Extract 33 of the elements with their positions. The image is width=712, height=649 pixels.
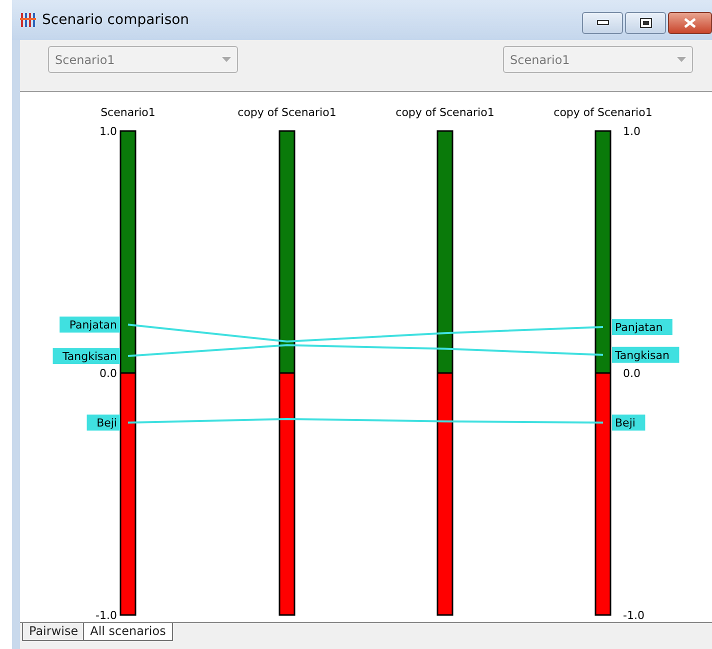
series-label: Tangkisan [612, 346, 680, 363]
close-button[interactable] [668, 12, 712, 34]
column-title: copy of Scenario1 [238, 106, 336, 119]
series-label: Beji [612, 414, 646, 431]
series-label: Panjatan [69, 318, 118, 332]
scenario-dropdown[interactable]: Scenario1 [48, 46, 238, 73]
tab[interactable]: All scenarios [83, 623, 173, 641]
axis-label: -1.0 [96, 609, 117, 622]
minimize-button[interactable] [582, 12, 623, 34]
window-title: Scenario comparison [42, 12, 190, 28]
caret-icon [677, 57, 686, 62]
series-label: Beji [86, 414, 120, 431]
column-title: Scenario1 [100, 106, 156, 119]
minimize-icon [596, 20, 608, 26]
column-title: copy of Scenario1 [554, 106, 652, 119]
caret-icon [222, 57, 231, 62]
axis-label: 1.0 [623, 125, 640, 138]
close-icon [684, 18, 696, 28]
series-label: Tangkisan [52, 348, 120, 364]
series-label: Tangkisan [62, 350, 118, 364]
axis-label: 1.0 [100, 125, 117, 138]
maximize-icon [640, 18, 652, 28]
scenario-dropdown[interactable]: Scenario1 [503, 46, 693, 73]
maximize-button[interactable] [625, 12, 666, 34]
axis-label: -1.0 [623, 609, 644, 622]
series-label: Beji [96, 416, 117, 430]
series-label: Panjatan [612, 319, 672, 336]
axis-label: 0.0 [100, 367, 117, 380]
tab[interactable]: Pairwise [22, 623, 86, 641]
axis-label: 0.0 [623, 367, 640, 380]
column-title: copy of Scenario1 [396, 106, 494, 119]
app-icon [20, 12, 36, 28]
series-label: Panjatan [60, 316, 120, 333]
